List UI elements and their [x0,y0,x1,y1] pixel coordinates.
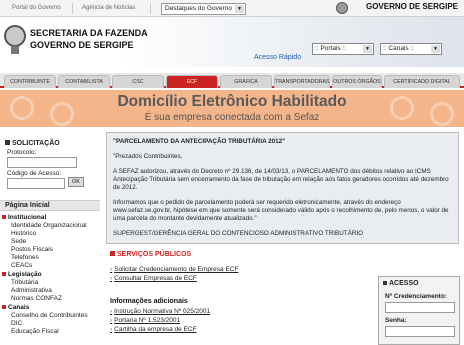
site-header: SECRETARIA DA FAZENDA GOVERNO DE SERGIPE… [0,17,464,67]
sidebar-item-educacao-fiscal[interactable]: Educação Fiscal [11,328,59,335]
arrow-icon: › [110,266,113,273]
sidebar-item-conselho[interactable]: Conselho de Contribuintes [11,312,88,319]
section-canais[interactable]: Canais [2,304,29,311]
logo-stand [11,46,19,54]
link-text: Cartilha da empresa de ECF [114,326,197,333]
solicitar-credenciamento-link[interactable]: › Solicitar Credenciamento de Empresa ECF [110,266,238,273]
ok-button[interactable]: OK [68,177,84,187]
canais-dropdown-value: :: Canais :: [383,45,415,52]
sidebar-item-postos-fiscais[interactable]: Postos Fiscais [11,246,53,253]
link-text: Consultar Empresas de ECF [114,275,197,282]
section-legislacao[interactable]: Legislação [2,271,42,278]
bullet-icon [5,140,10,145]
notice-paragraph-1: A SEFAZ autorizou, através do Decreto nº… [113,168,449,191]
notice-signature: SUPERGEST/GERÊNCIA GERAL DO CONTENCIOSO … [113,230,364,237]
portais-dropdown-value: :: Portais :: [315,45,347,52]
banner-title: Domicílio Eletrônico Habilitado [117,93,347,110]
protocolo-input[interactable] [7,157,77,168]
chevron-down-icon: ▼ [363,45,372,53]
sidebar-item-administrativa[interactable]: Administrativa [11,287,52,294]
tab-outros-orgaos[interactable]: OUTROS ÓRGÃOS [332,75,382,88]
tab-ecf[interactable]: ECF [166,75,218,88]
credenciamento-label: Nº Credenciamento: [385,293,447,300]
senha-label: Senha: [385,317,407,324]
notice-paragraph-2: Informamos que o pedido de parcelamento … [113,199,449,222]
site-title-line2: GOVERNO DE SERGIPE [30,40,134,50]
state-crest-icon [336,2,348,14]
acesso-header: ACESSO [383,280,419,287]
acesso-login-box: ACESSO Nº Credenciamento: Senha: [378,276,460,345]
portal-governo-link[interactable]: Portal do Governo [12,5,61,11]
sidebar-item-ceacs[interactable]: CEACs [11,262,32,269]
left-sidebar: SOLICITAÇÃO Protocolo: Código de Acesso:… [0,130,100,345]
sidebar-item-identidade[interactable]: Identidade Organizacional [11,222,87,229]
bullet-icon [2,305,6,309]
instrucao-normativa-link[interactable]: › Instrução Normativa Nº 025/2001 [110,308,210,315]
arrow-icon: › [110,317,113,324]
sidebar-item-historico[interactable]: Histórico [11,230,36,237]
pagina-inicial-link[interactable]: Página Inicial [0,200,100,211]
tab-grafica[interactable]: GRÁFICA [220,75,272,88]
domicilio-banner[interactable]: Domicílio Eletrônico Habilitado É sua em… [0,90,464,127]
bullet-icon [2,272,6,276]
arrow-icon: › [110,326,113,333]
tab-contabilista[interactable]: CONTABILISTA [58,75,110,88]
sidebar-item-tributaria[interactable]: Tributária [11,279,38,286]
bullet-icon [2,215,6,219]
cartilha-link[interactable]: › Cartilha da empresa de ECF [110,326,197,333]
credenciamento-input[interactable] [385,302,455,313]
portais-dropdown[interactable]: :: Portais :: ▼ [312,43,374,55]
chevron-down-icon: ▼ [431,45,440,53]
bullet-icon [383,281,387,285]
divider [72,3,73,14]
destaques-select-value: Destaques do Governo [165,5,232,12]
sidebar-item-normas-confaz[interactable]: Normas CONFAZ [11,295,62,302]
notice-box: "PARCELAMENTO DA ANTECIPAÇÃO TRIBUTÁRIA … [106,132,459,244]
site-title-line1: SECRETARIA DA FAZENDA [30,28,148,38]
notice-title: "PARCELAMENTO DA ANTECIPAÇÃO TRIBUTÁRIA … [113,138,286,145]
divider [150,3,151,14]
servicos-publicos-header: SERVIÇOS PÚBLICOS [110,251,191,258]
tab-contribuinte[interactable]: CONTRIBUINTE [4,75,56,88]
protocolo-label: Protocolo: [7,149,37,156]
link-text: Instrução Normativa Nº 025/2001 [114,308,211,315]
link-text: Portaria Nº 1.523/2001 [114,317,181,324]
tab-transportadoras[interactable]: TRANSPORTADORAS [274,75,330,88]
senha-input[interactable] [385,326,455,337]
acesso-title: ACESSO [389,280,419,287]
canais-dropdown[interactable]: :: Canais :: ▼ [380,43,442,55]
section-title: Institucional [8,214,47,221]
top-bar: Portal do Governo Agência de Notícias De… [0,0,464,17]
arrow-icon: › [110,275,113,282]
consultar-empresas-link[interactable]: › Consultar Empresas de ECF [110,275,197,282]
section-institucional[interactable]: Institucional [2,214,46,221]
sidebar-item-telefones[interactable]: Telefones [11,254,39,261]
servicos-title: SERVIÇOS PÚBLICOS [117,251,192,258]
bullet-icon [110,251,115,256]
sidebar-item-dic[interactable]: DIC [11,320,22,327]
agencia-noticias-link[interactable]: Agência de Notícias [82,5,135,11]
sefaz-logo-icon[interactable] [4,25,26,47]
tab-csc[interactable]: CSC [112,75,164,88]
governo-sergipe-label: GOVERNO DE SERGIPE [365,2,458,11]
codigo-acesso-input[interactable] [7,178,65,189]
codigo-acesso-label: Código de Acesso: [7,170,62,177]
informacoes-adicionais-header: Informações adicionais [110,298,188,305]
solicitacao-header: SOLICITAÇÃO [5,140,60,147]
tab-certificado-digital[interactable]: CERTIFICADO DIGITAL [384,75,460,88]
solicitacao-label: SOLICITAÇÃO [12,140,60,147]
notice-greeting: "Prezados Contribuintes, [113,153,183,160]
sidebar-item-sede[interactable]: Sede [11,238,26,245]
section-title: Legislação [8,271,42,278]
section-title: Canais [8,304,30,311]
link-text: Solicitar Credenciamento de Empresa ECF [114,266,239,273]
arrow-icon: › [110,308,113,315]
portaria-link[interactable]: › Portaria Nº 1.523/2001 [110,317,180,324]
banner-subtitle: É sua empresa conectada com a Sefaz [144,112,320,123]
destaques-select[interactable]: Destaques do Governo ▼ [161,3,246,15]
main-tabs: CONTRIBUINTE CONTABILISTA CSC ECF GRÁFIC… [0,73,464,88]
chevron-down-icon: ▼ [235,5,244,13]
acesso-rapido-label: Acesso Rápido [254,54,302,61]
